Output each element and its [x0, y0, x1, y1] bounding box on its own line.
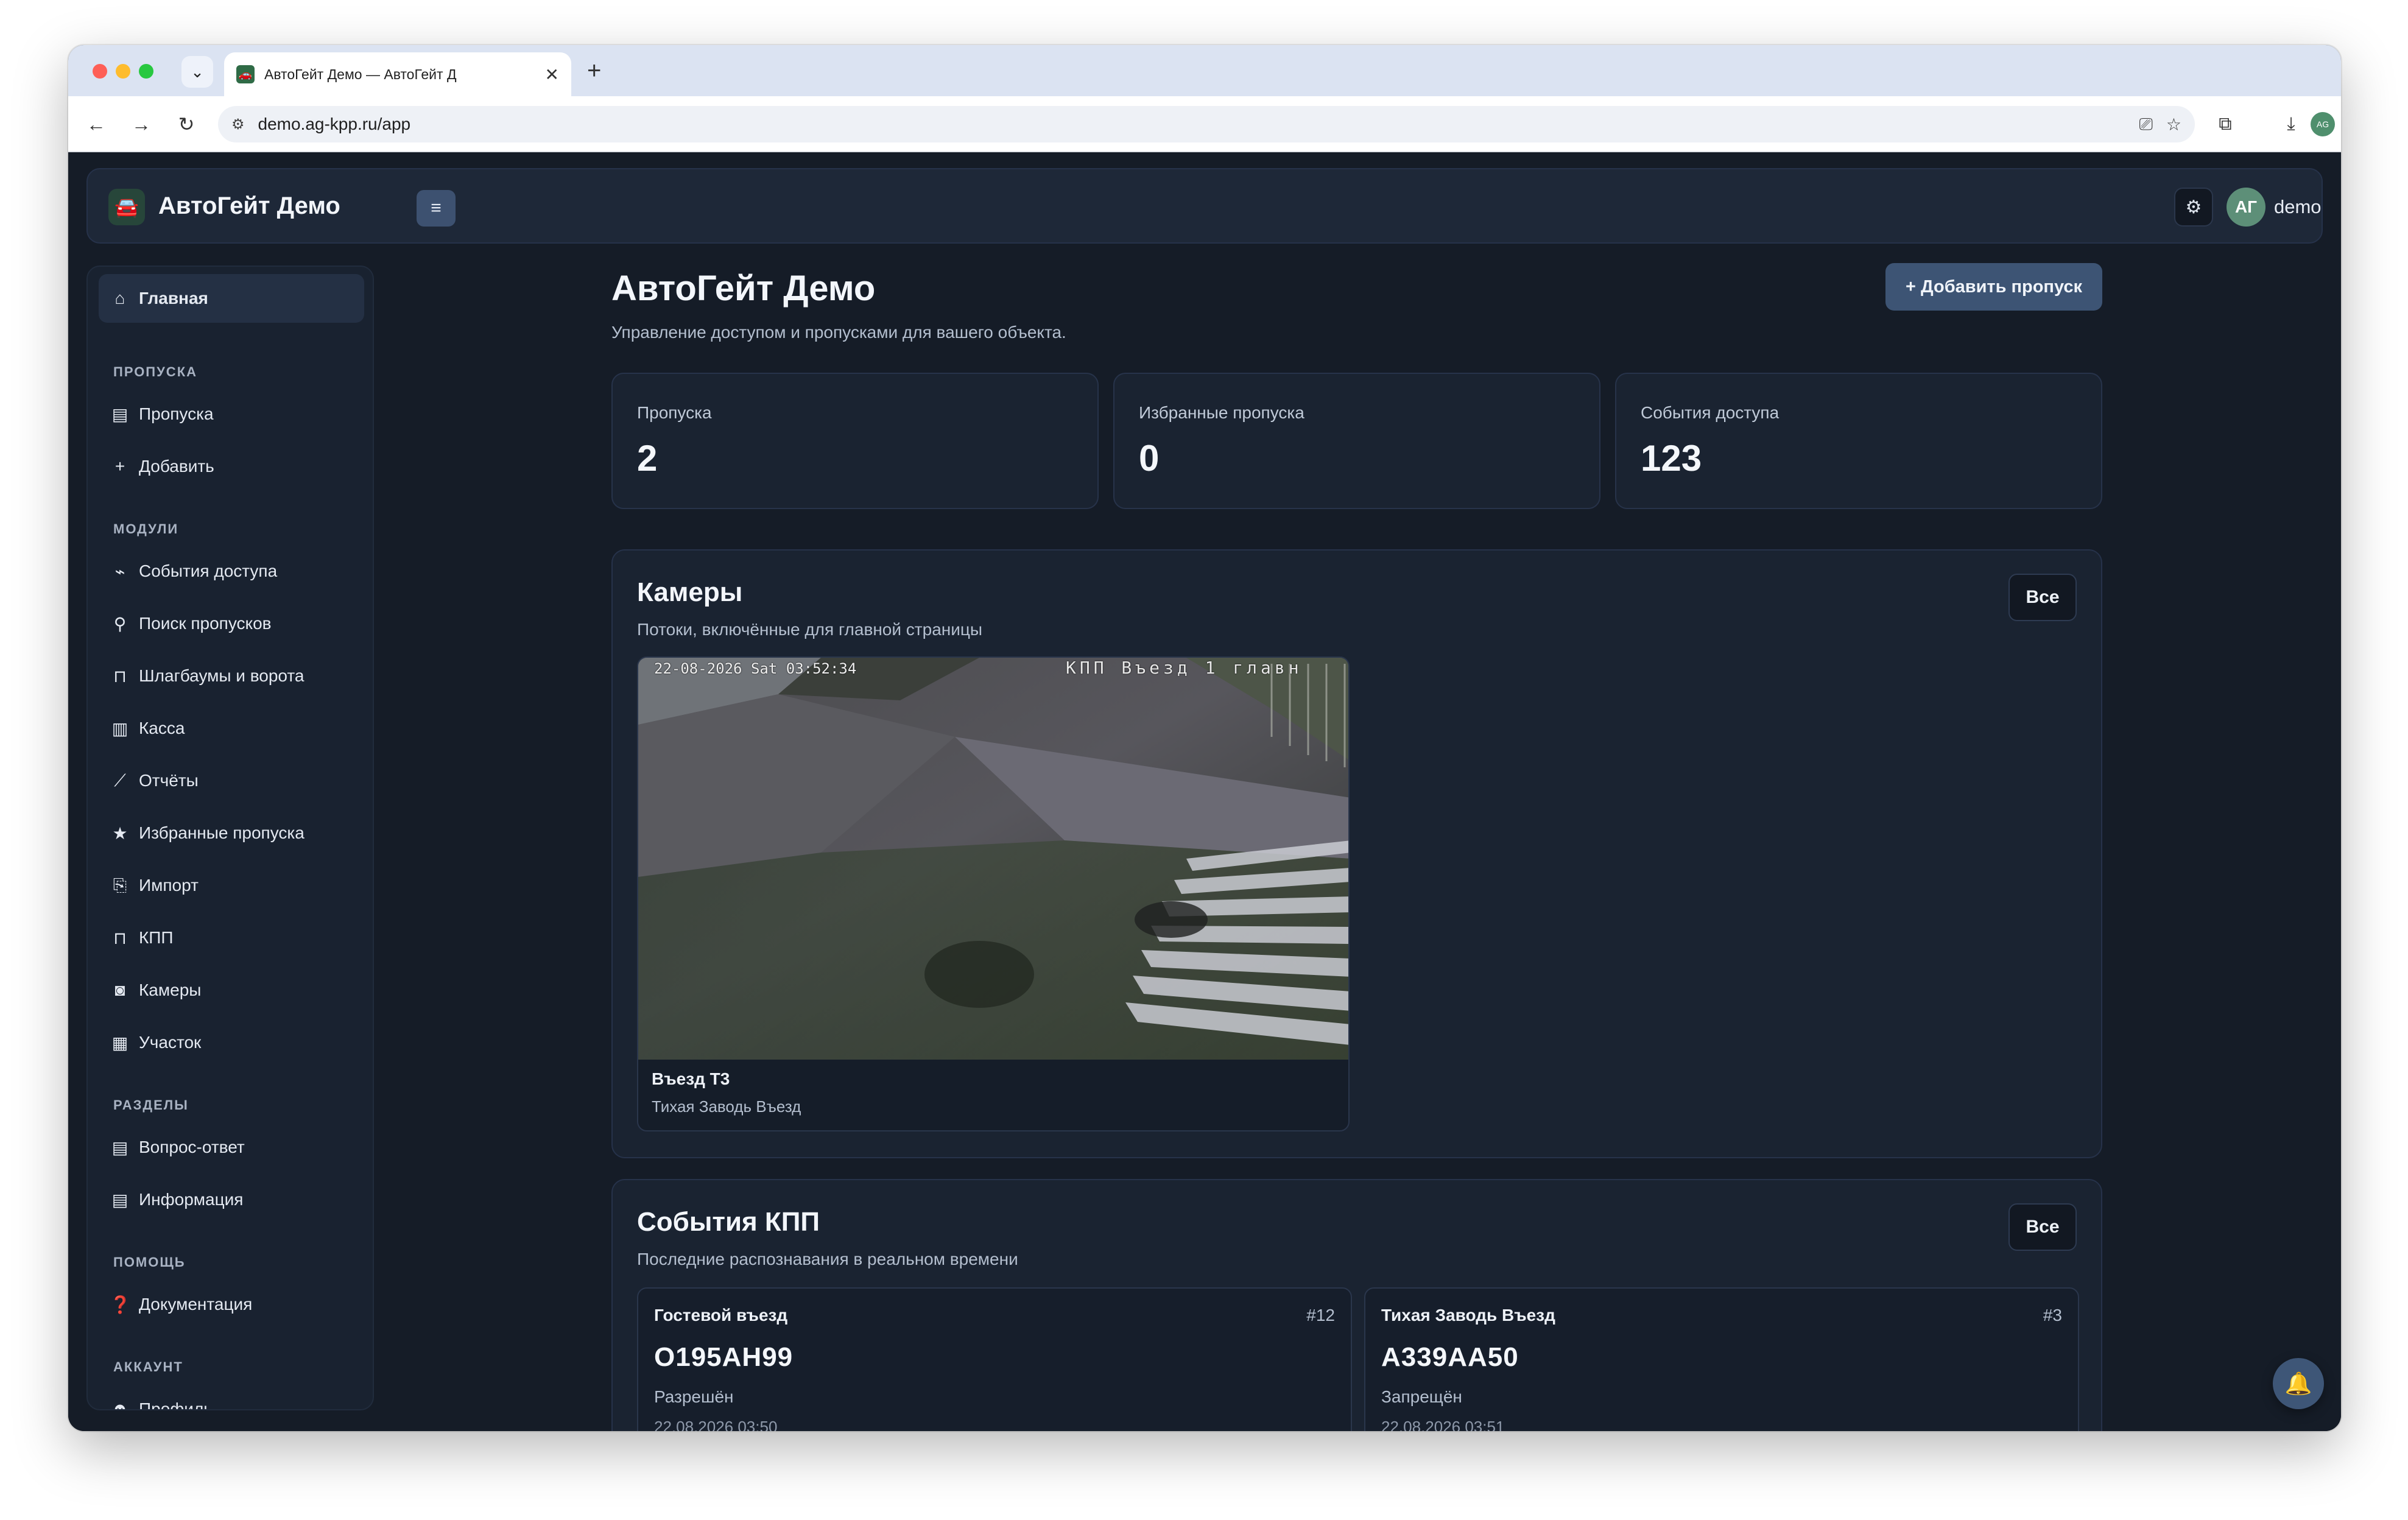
stat-card-favorites[interactable]: Избранные пропуска 0 [1113, 373, 1600, 509]
arrow-left-icon: ← [86, 113, 106, 135]
stat-label: Избранные пропуска [1139, 403, 1304, 422]
camera-title-overlay: КПП Въезд 1 главн [1066, 658, 1303, 678]
cameras-all-button[interactable]: Все [2008, 574, 2077, 621]
reload-icon: ↻ [178, 113, 195, 135]
events-subtitle: Последние распознавания в реальном време… [637, 1250, 1018, 1268]
event-gate: Тихая Заводь Въезд [1381, 1306, 1555, 1325]
maximize-window-button[interactable] [139, 64, 153, 79]
page-title: АвтоГейт Демо [611, 269, 876, 308]
cameras-title: Камеры [637, 577, 743, 607]
app-area: 🚘 АвтоГейт Демо ≡ ⚙ АГ demo ⌂ Главная ПР… [68, 152, 2341, 1431]
new-tab-button[interactable]: + [587, 57, 601, 85]
event-card[interactable]: Гостевой въезд #12 О195АН99 Разрешён 22.… [637, 1287, 1352, 1431]
event-time: 22.08.2026 03:51 [1381, 1418, 1505, 1431]
camera-stream-image[interactable] [638, 658, 1350, 1060]
event-status: Разрешён [654, 1387, 734, 1406]
tab-search-button[interactable]: ⌄ [181, 56, 213, 88]
page-subtitle: Управление доступом и пропусками для ваш… [611, 323, 1066, 342]
cameras-subtitle: Потоки, включённые для главной страницы [637, 620, 983, 639]
bookmark-star-icon[interactable]: ☆ [2166, 114, 2181, 135]
event-gate: Гостевой въезд [654, 1306, 788, 1325]
events-title: События КПП [637, 1207, 820, 1237]
address-bar[interactable]: ⚙ demo.ag-kpp.ru/app ⎚ ☆ [218, 106, 2195, 142]
bell-icon: 🔔 [2284, 1371, 2312, 1396]
site-settings-icon[interactable]: ⚙ [231, 116, 245, 133]
event-plate: О195АН99 [654, 1342, 794, 1372]
stat-value: 2 [637, 438, 658, 479]
browser-toolbar: ← → ↻ ⚙ demo.ag-kpp.ru/app ⎚ ☆ ⧉ ⤓ AG [68, 96, 2341, 152]
minimize-window-button[interactable] [116, 64, 130, 79]
main-content: АвтоГейт Демо Управление доступом и проп… [68, 152, 2341, 1431]
forward-button[interactable]: → [125, 108, 157, 140]
chevron-down-icon: ⌄ [191, 62, 204, 81]
reload-button[interactable]: ↻ [171, 108, 202, 140]
extensions-icon[interactable]: ⧉ [2211, 110, 2240, 139]
browser-window: ⌄ 🚗 АвтоГейт Демо — АвтоГейт Д ✕ + ← → ↻… [68, 45, 2341, 1431]
add-pass-button[interactable]: + Добавить пропуск [1885, 263, 2102, 311]
browser-profile-avatar[interactable]: AG [2311, 112, 2335, 136]
notifications-button[interactable]: 🔔 [2273, 1358, 2324, 1409]
stat-card-events[interactable]: События доступа 123 [1615, 373, 2102, 509]
stat-label: Пропуска [637, 403, 712, 422]
stat-value: 0 [1139, 438, 1160, 479]
camera-name: Въезд Т3 [652, 1069, 730, 1088]
event-card[interactable]: Тихая Заводь Въезд #3 А339АА50 Запрещён … [1364, 1287, 2079, 1431]
events-all-button[interactable]: Все [2008, 1203, 2077, 1251]
arrow-right-icon: → [132, 113, 151, 135]
event-number: #12 [1306, 1306, 1335, 1325]
stat-label: События доступа [1641, 403, 1780, 422]
download-icon[interactable]: ⤓ [2276, 110, 2306, 139]
car-favicon-icon: 🚗 [236, 65, 255, 83]
stat-card-passes[interactable]: Пропуска 2 [611, 373, 1099, 509]
url-text: demo.ag-kpp.ru/app [258, 114, 411, 133]
kpp-events-section: События КПП Последние распознавания в ре… [611, 1179, 2102, 1431]
install-app-icon[interactable]: ⎚ [2139, 114, 2152, 135]
cameras-section: Камеры Потоки, включённые для главной ст… [611, 549, 2102, 1158]
camera-timestamp-overlay: 22-08-2026 Sat 03:52:34 [654, 660, 857, 677]
close-window-button[interactable] [93, 64, 107, 79]
event-time: 22.08.2026 03:50 [654, 1418, 778, 1431]
event-number: #3 [2043, 1306, 2062, 1325]
camera-card[interactable]: 22-08-2026 Sat 03:52:34 КПП Въезд 1 глав… [637, 656, 1350, 1131]
tab-title: АвтоГейт Демо — АвтоГейт Д [264, 66, 457, 82]
event-plate: А339АА50 [1381, 1342, 1519, 1372]
camera-location: Тихая Заводь Въезд [652, 1097, 801, 1116]
browser-tab-active[interactable]: 🚗 АвтоГейт Демо — АвтоГейт Д ✕ [224, 52, 571, 96]
back-button[interactable]: ← [80, 108, 112, 140]
stat-value: 123 [1641, 438, 1702, 479]
event-status: Запрещён [1381, 1387, 1462, 1406]
close-tab-icon[interactable]: ✕ [545, 65, 559, 85]
browser-tabbar: ⌄ 🚗 АвтоГейт Демо — АвтоГейт Д ✕ + [68, 45, 2341, 96]
